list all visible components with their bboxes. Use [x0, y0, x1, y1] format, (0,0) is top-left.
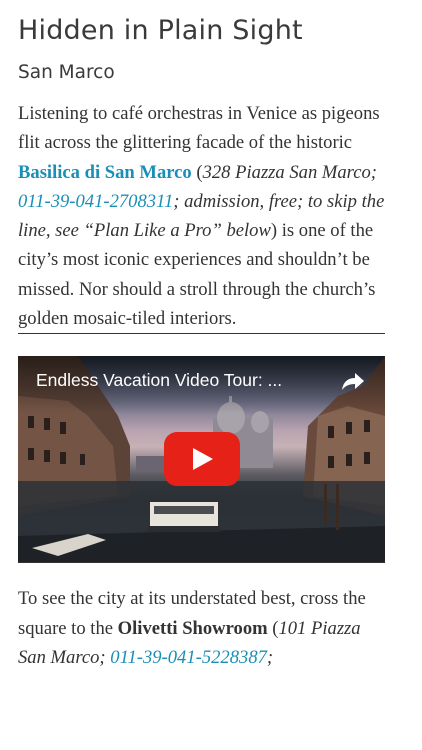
paren-open: ( — [267, 617, 279, 639]
section-title: Hidden in Plain Sight — [18, 15, 303, 46]
divider — [18, 333, 385, 335]
share-arrow-icon[interactable] — [341, 371, 365, 391]
paragraph-tail: ; — [266, 646, 274, 668]
video-title[interactable]: Endless Vacation Video Tour: ... — [36, 370, 282, 391]
venue-address: 328 Piazza San Marco; — [202, 161, 377, 183]
phone-link-basilica[interactable]: 011-39-041-2708311 — [18, 191, 173, 212]
paragraph-basilica: Listening to café orchestras in Venice a… — [18, 99, 385, 333]
venue-name-olivetti: Olivetti Showroom — [117, 617, 268, 639]
paragraph-olivetti: To see the city at its understated best,… — [18, 584, 385, 672]
divider — [18, 562, 385, 564]
phone-link-olivetti[interactable]: 011-39-041-5228387 — [110, 647, 267, 668]
play-icon[interactable] — [164, 432, 240, 487]
video-player[interactable]: Endless Vacation Video Tour: ... — [18, 356, 385, 563]
paren-open: ( — [191, 161, 203, 183]
venue-link-basilica[interactable]: Basilica di San Marco — [18, 162, 192, 183]
article: Hidden in Plain Sight San Marco Listenin… — [0, 0, 422, 672]
subheading-san-marco: San Marco — [18, 62, 115, 83]
paragraph-text: Listening to café orchestras in Venice a… — [18, 103, 380, 154]
